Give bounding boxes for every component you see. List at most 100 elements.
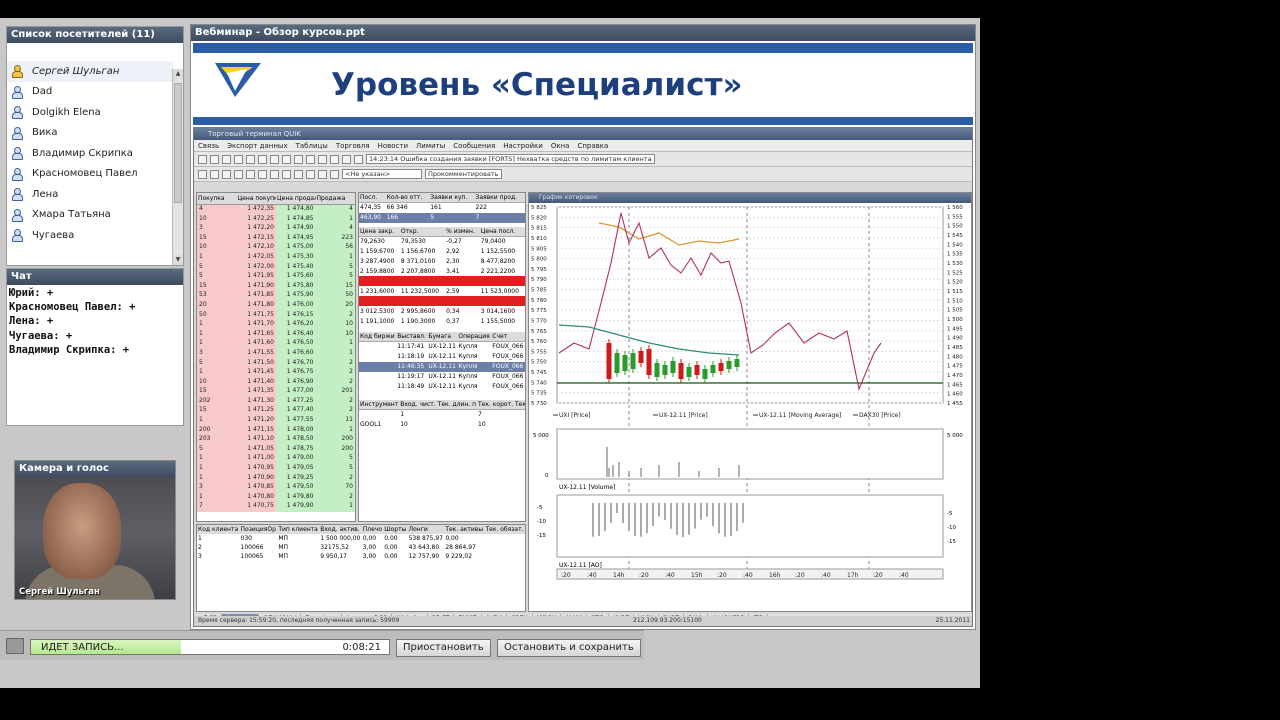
attendee-item[interactable]: Вика bbox=[7, 123, 173, 144]
ask-price: 1 476,00 bbox=[276, 300, 316, 311]
left-price-tick: 5 745 bbox=[531, 370, 547, 376]
table-row: 2 159,8800 2 207,8800 3,41 2 221,2200 bbox=[359, 266, 525, 276]
order-book-row: 10 1 472,25 1 474,85 1 bbox=[197, 214, 355, 225]
ask-volume: 70 bbox=[315, 483, 355, 493]
bid-price: 1 471,75 bbox=[236, 310, 276, 321]
bid-price: 1 471,45 bbox=[236, 368, 276, 378]
candle-body bbox=[670, 361, 676, 373]
attendee-scrollbar[interactable]: ▲ ▼ bbox=[172, 69, 183, 265]
ask-volume: 2 bbox=[315, 492, 355, 503]
attendee-name: Dad bbox=[32, 86, 53, 98]
left-price-tick: 5 795 bbox=[531, 267, 547, 273]
attendee-item[interactable]: Хмара Татьяна bbox=[7, 205, 173, 226]
table-cell: FOUX_066 bbox=[492, 343, 524, 351]
bid-price: 1 470,90 bbox=[236, 473, 276, 484]
table-cell: 1 bbox=[400, 410, 405, 418]
toolbar-button-icon bbox=[294, 154, 303, 164]
left-price-tick: 5 735 bbox=[531, 391, 547, 397]
time-tick: 17h bbox=[847, 572, 859, 579]
time-tick: 14h bbox=[613, 572, 625, 579]
attendee-item[interactable]: Dolgikh Elena bbox=[7, 102, 173, 123]
terminal-statusbar: Время сервера: 15:59:20, последняя получ… bbox=[194, 616, 972, 626]
legend-label: UX-12.11 [Price] bbox=[659, 412, 708, 419]
ask-price: 1 476,90 bbox=[276, 377, 316, 388]
table-cell: 2 bbox=[198, 544, 202, 551]
bid-volume: 15 bbox=[197, 233, 237, 244]
table-column-header: Заявки прод. bbox=[474, 193, 525, 203]
left-price-tick: 5 765 bbox=[531, 329, 547, 335]
toolbar-button-icon bbox=[222, 154, 231, 164]
client-portfolio-table: Код клиента ПозицияОр Тип клиента Вход. акт… bbox=[196, 524, 526, 612]
left-price-tick: 5 760 bbox=[531, 339, 547, 345]
attendee-item[interactable]: Красномовец Павел bbox=[7, 164, 173, 185]
ask-volume: 2 bbox=[315, 310, 355, 321]
ask-price: 1 474,85 bbox=[276, 214, 316, 225]
ask-volume: 10 bbox=[315, 329, 355, 340]
table-column-header: Тек. корот. bbox=[477, 399, 514, 410]
scroll-down-arrow-icon[interactable]: ▼ bbox=[173, 255, 183, 265]
terminal-titlebar: Торговый терминал QUIK bbox=[194, 128, 972, 140]
scroll-thumb[interactable] bbox=[174, 83, 182, 203]
order-book-row: 11 471,20 1 477,55 11 bbox=[197, 416, 355, 426]
ask-price: 1 479,50 bbox=[276, 483, 316, 493]
table-cell bbox=[514, 419, 525, 429]
table-column-header: Тек. bbox=[513, 399, 525, 410]
ask-volume: 2 bbox=[315, 396, 355, 407]
order-book-row: 11 471,00 1 479,00 5 bbox=[197, 454, 355, 465]
ask-volume: 4 bbox=[315, 205, 355, 215]
table-header-row: Инструмент Вход. чист. Тек. длин. п Тек. ко… bbox=[359, 399, 525, 410]
table-cell: 3 014,1600 bbox=[480, 307, 516, 315]
attendee-item[interactable]: Сергей Шульган bbox=[7, 61, 173, 82]
attendee-item[interactable]: Чугаева bbox=[7, 225, 173, 246]
left-price-tick: 5 810 bbox=[531, 236, 547, 242]
table-cell: 222 bbox=[475, 204, 487, 212]
attendee-item[interactable]: Владимир Скрипка bbox=[7, 143, 173, 164]
time-tick: :40 bbox=[665, 572, 675, 579]
ask-volume: 2 bbox=[315, 406, 355, 417]
scroll-up-arrow-icon[interactable]: ▲ bbox=[173, 69, 183, 79]
bid-price: 1 471,35 bbox=[236, 387, 276, 397]
bid-volume: 1 bbox=[197, 252, 237, 263]
table-row bbox=[359, 296, 525, 306]
table-cell: 100065 bbox=[240, 553, 264, 560]
right-price-tick: 1 470 bbox=[947, 373, 963, 379]
ask-price: 1 478,00 bbox=[276, 425, 316, 436]
ask-price: 1 474,95 bbox=[276, 233, 316, 244]
table-cell bbox=[437, 419, 477, 429]
pause-recording-button[interactable]: Приостановить bbox=[396, 639, 491, 657]
stop-and-save-button[interactable]: Остановить и сохранить bbox=[497, 639, 641, 657]
order-book-row: 31 470,85 1 479,50 70 bbox=[197, 483, 355, 493]
terminal-menu-item: Настройки bbox=[503, 142, 543, 150]
bid-price: 1 471,80 bbox=[236, 300, 276, 311]
bid-price: 1 472,00 bbox=[236, 262, 276, 273]
table-column-header: Счет bbox=[491, 332, 525, 342]
table-cell: 12 757,90 bbox=[408, 553, 440, 560]
right-price-tick: 1 505 bbox=[947, 308, 963, 314]
bid-price: 1 472,20 bbox=[236, 224, 276, 234]
table-column-header: Заявки куп. bbox=[429, 193, 475, 203]
bid-volume: 20 bbox=[197, 300, 237, 311]
bid-price: 1 471,60 bbox=[236, 339, 276, 349]
slide-title: Уровень «Специалист» bbox=[331, 67, 743, 103]
attendee-item[interactable]: Dad bbox=[7, 82, 173, 103]
candle-body bbox=[694, 365, 700, 375]
candle-body bbox=[686, 367, 692, 377]
terminal-menu-item: Новости bbox=[377, 142, 409, 150]
ask-volume: 2 bbox=[315, 368, 355, 378]
chat-messages: Юрий: + Красномовец Павел: + Лена: + Чугаев… bbox=[7, 285, 183, 360]
table-cell: 3 012,5300 bbox=[360, 307, 395, 315]
attendee-item[interactable]: Лена bbox=[7, 184, 173, 205]
bid-volume: 3 bbox=[197, 348, 237, 359]
recording-menu-icon[interactable] bbox=[6, 638, 24, 654]
table-cell: 0,00 bbox=[362, 535, 377, 542]
bid-price: 1 472,25 bbox=[236, 214, 276, 225]
table-cell: FOUX_066 bbox=[491, 361, 525, 372]
toolbar-button-icon bbox=[330, 154, 339, 164]
ask-price: 1 477,55 bbox=[276, 416, 316, 426]
ao-axis-tick: -5 bbox=[947, 511, 953, 517]
table-cell bbox=[359, 382, 396, 392]
candle-body bbox=[614, 353, 620, 373]
bid-price: 1 471,85 bbox=[236, 291, 276, 301]
order-book-row: 203 1 471,10 1 478,50 200 bbox=[197, 435, 355, 445]
table-column-header: Лонги bbox=[407, 525, 445, 534]
